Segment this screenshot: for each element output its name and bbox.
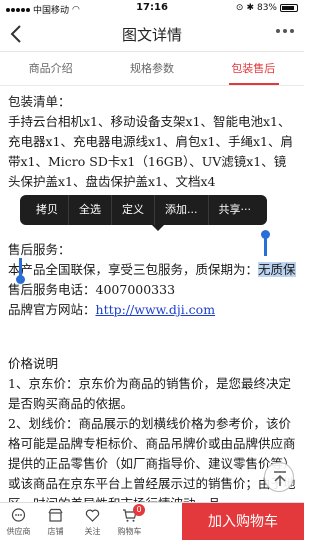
pack-title: 包装清单： [8, 94, 71, 109]
selection-handle-start[interactable] [261, 230, 270, 256]
after-sales-text: 本产品全国联保，享受三包服务，质保期为： [8, 262, 259, 277]
price-title: 价格说明 [8, 356, 59, 371]
selected-text[interactable]: 无质保 [258, 262, 296, 277]
battery-icon [280, 4, 298, 12]
supplier-label: 供应商 [6, 527, 31, 536]
menu-share[interactable]: 共享··· [209, 195, 262, 225]
store-label: 店铺 [47, 527, 64, 536]
arrow-up-icon [274, 471, 286, 486]
pack-body: 手持云台相机x1、移动设备支架x1、智能电池x1、充电器x1、充电器电源线x1、… [8, 114, 294, 189]
phone-label: 售后服务电话： [8, 282, 96, 297]
tab-bar: 商品介绍 规格参数 包装售后 [0, 52, 304, 86]
add-to-cart-button[interactable]: 加入购物车 [182, 503, 304, 540]
follow-button[interactable]: 关注 [74, 503, 111, 540]
more-dots-icon[interactable] [276, 29, 294, 33]
price-jd: 1、京东价：京东价为商品的销售价，是您最终决定是否购买商品的依据。 [8, 376, 291, 411]
tab-packaging-service[interactable]: 包装售后 [203, 52, 304, 85]
store-icon [48, 508, 63, 522]
active-tab-indicator [229, 83, 279, 85]
tab-product-intro[interactable]: 商品介绍 [0, 52, 101, 85]
cart-count-badge: 0 [133, 504, 145, 516]
after-sales-title: 售后服务： [8, 242, 71, 257]
follow-label: 关注 [84, 527, 101, 536]
lock-rotation-icon: ⊙ [235, 3, 244, 13]
supplier-button[interactable]: 供应商 [0, 503, 37, 540]
battery-percent: 83% [256, 3, 277, 13]
status-bar: 中国移动 ◠ 17:16 ⊙ ✱ 83% [0, 0, 304, 16]
detail-content: 包装清单： 手持云台相机x1、移动设备支架x1、智能电池x1、充电器x1、充电器… [8, 92, 298, 514]
site-link[interactable]: http://www.dji.com [96, 302, 216, 317]
selection-handle-end[interactable] [16, 258, 25, 284]
cart-button[interactable]: 0 购物车 [111, 503, 148, 540]
battery-area: ⊙ ✱ 83% [236, 3, 298, 13]
nav-bar: 图文详情 [0, 16, 304, 52]
bottom-action-bar: 供应商 店铺 关注 0 购物车 加入购物车 [0, 502, 304, 540]
menu-add[interactable]: 添加... [155, 195, 209, 225]
official-site: 品牌官方网站：http://www.dji.com [8, 300, 298, 320]
site-label: 品牌官方网站： [8, 302, 96, 317]
scroll-top-button[interactable] [264, 462, 294, 492]
tab-specs[interactable]: 规格参数 [101, 52, 202, 85]
heart-icon [85, 509, 100, 522]
after-sales-body: 本产品全国联保，享受三包服务，质保期为：无质保 [8, 260, 298, 280]
bluetooth-icon: ✱ [246, 3, 254, 13]
page-title: 图文详情 [121, 26, 182, 44]
menu-select-all[interactable]: 全选 [69, 195, 112, 225]
store-button[interactable]: 店铺 [37, 503, 74, 540]
menu-define[interactable]: 定义 [112, 195, 155, 225]
supplier-chat-icon [11, 508, 26, 522]
text-context-menu: 拷贝 全选 定义 添加... 共享··· [20, 195, 267, 231]
phone-number[interactable]: 4007000333 [96, 282, 176, 297]
price-strikethrough: 2、划线价：商品展示的划横线价格为参考价，该价格可能是品牌专柜标价、商品吊牌价或… [8, 416, 296, 511]
service-phone: 售后服务电话：4007000333 [8, 280, 298, 300]
menu-copy[interactable]: 拷贝 [26, 195, 69, 225]
cart-label: 购物车 [117, 527, 142, 536]
